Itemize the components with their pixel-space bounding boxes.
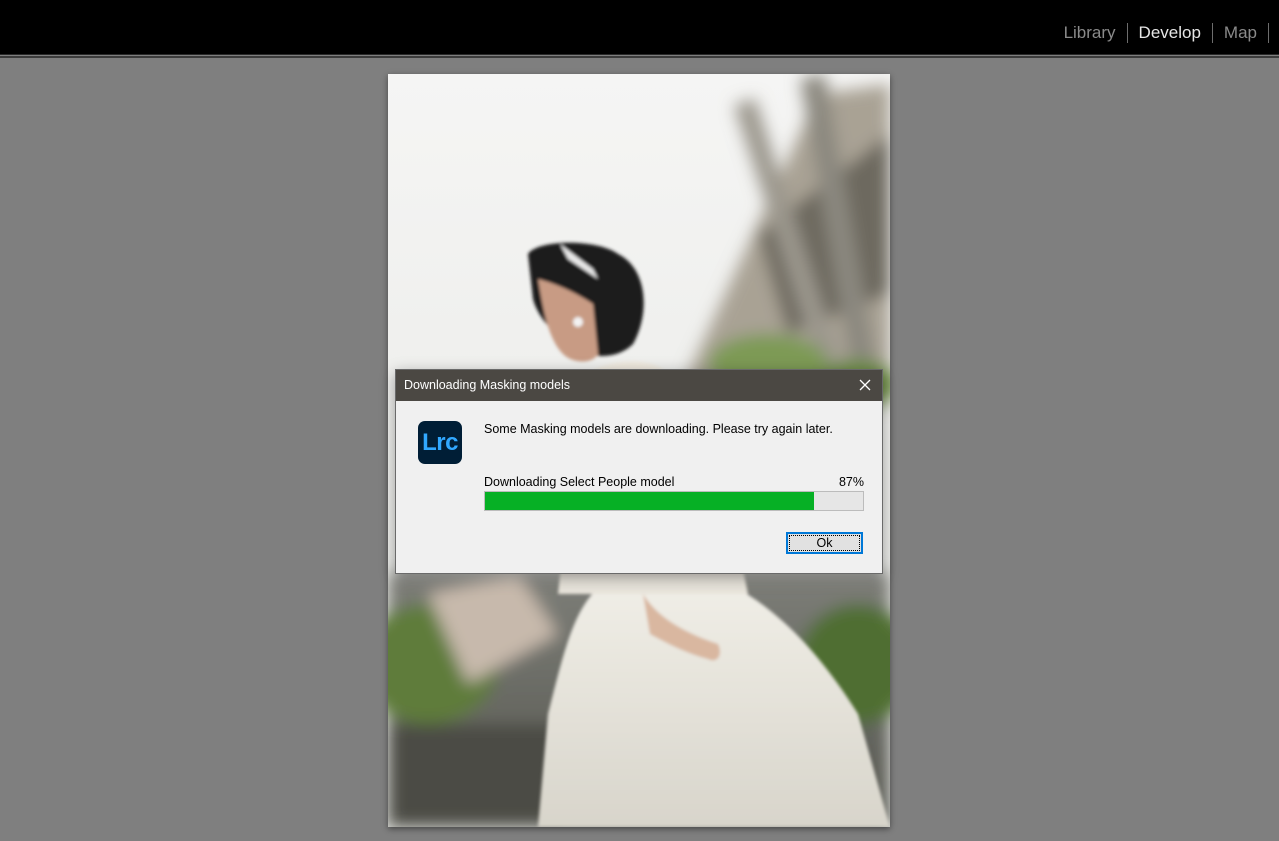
module-library[interactable]: Library (1053, 20, 1127, 46)
topbar-divider (0, 56, 1279, 58)
lightroom-classic-icon: Lrc (418, 421, 462, 464)
progress-label: Downloading Select People model (484, 475, 675, 489)
progress-bar-fill (485, 492, 814, 510)
progress-bar (484, 491, 864, 511)
dialog-titlebar[interactable]: Downloading Masking models (396, 370, 882, 401)
dialog-title: Downloading Masking models (404, 378, 571, 392)
close-button[interactable] (854, 375, 876, 395)
module-bar: Library Develop Map (0, 0, 1279, 55)
download-dialog: Downloading Masking models Lrc Some Mask… (395, 369, 883, 574)
progress-percent: 87% (838, 475, 864, 489)
app-icon-text: Lrc (422, 428, 458, 456)
dialog-message: Some Masking models are downloading. Ple… (484, 422, 833, 436)
close-icon (859, 379, 871, 391)
module-separator (1268, 23, 1269, 43)
module-picker: Library Develop Map (1053, 20, 1269, 46)
module-develop[interactable]: Develop (1128, 20, 1212, 46)
module-map[interactable]: Map (1213, 20, 1268, 46)
ok-button[interactable]: Ok (786, 532, 863, 554)
